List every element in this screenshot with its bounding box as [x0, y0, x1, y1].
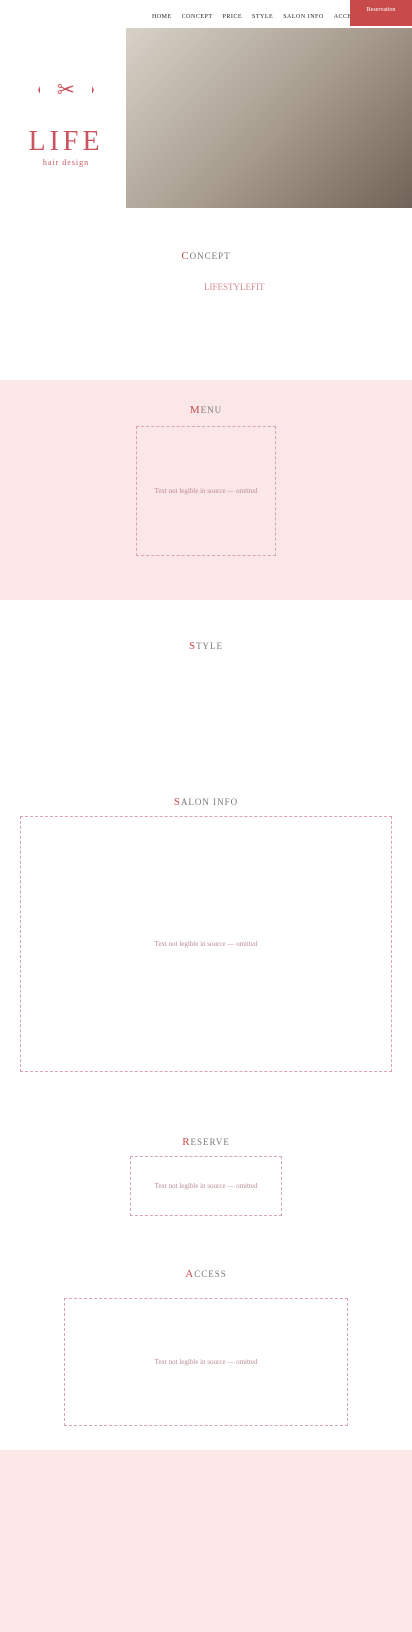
- salon-placeholder: Text not legible in source — omitted: [20, 816, 392, 1072]
- reserve-title: RESERVE: [182, 1136, 230, 1148]
- access-placeholder: Text not legible in source — omitted: [64, 1298, 348, 1426]
- reservation-button[interactable]: Reservation: [350, 0, 412, 26]
- concept-title: CONCEPT: [181, 250, 231, 262]
- scissors-icon: ✂: [38, 63, 94, 117]
- style-title: STYLE: [188, 640, 224, 652]
- menu-title: MENU: [189, 404, 223, 416]
- reserve-placeholder: Text not legible in source — omitted: [130, 1156, 282, 1216]
- logo-sub: hair design: [42, 158, 90, 167]
- nav-home[interactable]: HOME: [152, 14, 172, 20]
- nav-style[interactable]: STYLE: [252, 14, 273, 20]
- page-header: HOME CONCEPT PRICE STYLE SALON INFO ACCE…: [0, 0, 412, 210]
- logo-name: LIFE: [28, 126, 104, 157]
- hero-image: [126, 28, 412, 208]
- footer-band: [0, 1450, 412, 1632]
- nav-price[interactable]: PRICE: [223, 14, 243, 20]
- nav-salon-info[interactable]: SALON INFO: [283, 14, 324, 20]
- main-nav: HOME CONCEPT PRICE STYLE SALON INFO ACCE…: [152, 14, 359, 20]
- access-title: ACCESS: [185, 1268, 227, 1280]
- salon-title: SALON INFO: [173, 796, 239, 808]
- concept-heading: LIFESTYLEFIT: [204, 282, 265, 292]
- logo: ✂ LIFE hair design: [20, 60, 112, 167]
- nav-concept[interactable]: CONCEPT: [182, 14, 213, 20]
- menu-placeholder: Text not legible in source — omitted: [136, 426, 276, 556]
